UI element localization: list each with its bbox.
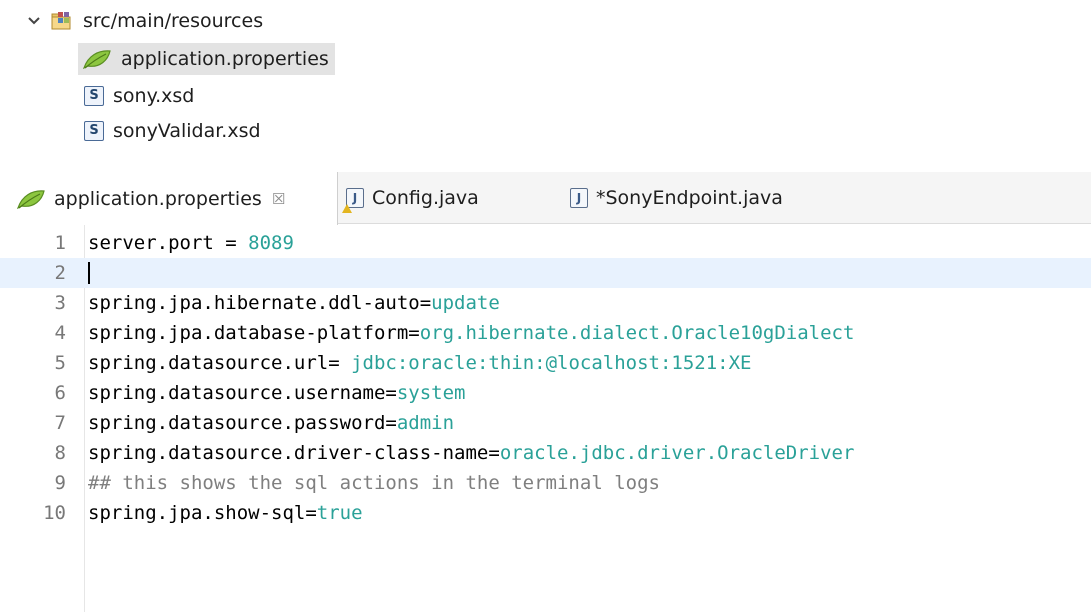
chevron-down-icon[interactable] xyxy=(24,6,44,36)
line-number: 9 xyxy=(54,472,66,494)
tab-sony-endpoint-java[interactable]: J *SonyEndpoint.java xyxy=(570,172,783,224)
tab-application-properties[interactable]: application.properties ☒ xyxy=(0,172,338,225)
leaf-icon xyxy=(82,48,112,70)
code-editor[interactable]: 1 server.port = 8089 2 3 spring.jpa.hibe… xyxy=(0,225,1091,612)
code-line-7[interactable]: 7 spring.datasource.password=admin xyxy=(0,408,1091,438)
editor-tab-bar: application.properties ☒ J Config.java J… xyxy=(0,172,1091,225)
property-key: spring.datasource.driver-class-name= xyxy=(88,442,500,464)
property-key: server.port = xyxy=(88,232,249,254)
line-number: 8 xyxy=(54,442,66,464)
code-line-6[interactable]: 6 spring.datasource.username=system xyxy=(0,378,1091,408)
property-value: system xyxy=(396,382,466,404)
project-tree: src/main/resources application.propertie… xyxy=(0,0,1091,150)
tree-item-application-properties[interactable]: application.properties xyxy=(78,43,335,75)
property-value: admin xyxy=(396,412,455,434)
code-line-2[interactable]: 2 xyxy=(0,258,1091,288)
xsd-file-icon: S xyxy=(84,121,104,141)
property-key: spring.datasource.url= xyxy=(88,352,352,374)
property-value: jdbc:oracle:thin:@localhost:1521:XE xyxy=(351,352,752,374)
property-key: spring.jpa.hibernate.ddl-auto= xyxy=(88,292,432,314)
line-text: spring.datasource.url= jdbc:oracle:thin:… xyxy=(88,352,751,374)
java-file-icon: J xyxy=(570,188,588,208)
line-text: ## this shows the sql actions in the ter… xyxy=(88,472,660,494)
line-number: 6 xyxy=(54,382,66,404)
code-line-8[interactable]: 8 spring.datasource.driver-class-name=or… xyxy=(0,438,1091,468)
property-key: spring.datasource.username= xyxy=(88,382,397,404)
property-key: spring.jpa.show-sql= xyxy=(88,502,317,524)
line-text: spring.datasource.username=system xyxy=(88,382,466,404)
package-folder-icon xyxy=(50,11,74,31)
xsd-badge: S xyxy=(84,121,104,141)
tab-label: *SonyEndpoint.java xyxy=(596,187,783,209)
code-line-10[interactable]: 10 spring.jpa.show-sql=true xyxy=(0,498,1091,528)
property-value: update xyxy=(431,292,500,314)
line-number: 10 xyxy=(43,502,66,524)
property-value: org.hibernate.dialect.Oracle10gDialect xyxy=(419,322,855,344)
property-value: 8089 xyxy=(248,232,294,254)
line-text: spring.datasource.driver-class-name=orac… xyxy=(88,442,854,464)
line-number: 4 xyxy=(54,322,66,344)
tree-item-label: sonyValidar.xsd xyxy=(113,120,261,142)
property-value: true xyxy=(316,502,363,524)
xsd-badge: S xyxy=(84,86,104,106)
code-line-4[interactable]: 4 spring.jpa.database-platform=org.hiber… xyxy=(0,318,1091,348)
line-text: spring.datasource.password=admin xyxy=(88,412,454,434)
code-line-5[interactable]: 5 spring.datasource.url= jdbc:oracle:thi… xyxy=(0,348,1091,378)
property-value: oracle.jdbc.driver.OracleDriver xyxy=(499,442,855,464)
tab-config-java[interactable]: J Config.java xyxy=(342,172,479,224)
comment-text: ## this shows the sql actions in the ter… xyxy=(88,472,660,494)
line-number: 7 xyxy=(54,412,66,434)
xsd-file-icon: S xyxy=(84,86,104,106)
line-number: 2 xyxy=(54,262,66,284)
close-icon[interactable]: ☒ xyxy=(272,190,285,208)
tree-item-label: application.properties xyxy=(121,48,329,70)
leaf-icon xyxy=(16,188,46,210)
tree-item-sony-xsd[interactable]: S sony.xsd xyxy=(84,81,194,111)
line-number: 3 xyxy=(54,292,66,314)
property-key: spring.jpa.database-platform= xyxy=(88,322,420,344)
line-text xyxy=(88,262,90,285)
line-number: 5 xyxy=(54,352,66,374)
line-number: 1 xyxy=(54,232,66,254)
code-line-3[interactable]: 3 spring.jpa.hibernate.ddl-auto=update xyxy=(0,288,1091,318)
tab-label: Config.java xyxy=(372,187,479,209)
text-caret xyxy=(88,262,90,285)
tree-folder-resources[interactable]: src/main/resources xyxy=(24,6,263,36)
line-text: spring.jpa.database-platform=org.hiberna… xyxy=(88,322,854,344)
tab-label: application.properties xyxy=(54,187,262,210)
property-key: spring.datasource.password= xyxy=(88,412,397,434)
tree-folder-label: src/main/resources xyxy=(83,10,264,32)
code-line-9[interactable]: 9 ## this shows the sql actions in the t… xyxy=(0,468,1091,498)
line-text: spring.jpa.show-sql=true xyxy=(88,502,363,524)
line-text: spring.jpa.hibernate.ddl-auto=update xyxy=(88,292,500,314)
line-text: server.port = 8089 xyxy=(88,232,294,254)
tree-item-label: sony.xsd xyxy=(113,85,195,107)
java-file-icon: J xyxy=(342,188,364,213)
code-line-1[interactable]: 1 server.port = 8089 xyxy=(0,228,1091,258)
tree-item-sonyvalidar-xsd[interactable]: S sonyValidar.xsd xyxy=(84,116,261,146)
